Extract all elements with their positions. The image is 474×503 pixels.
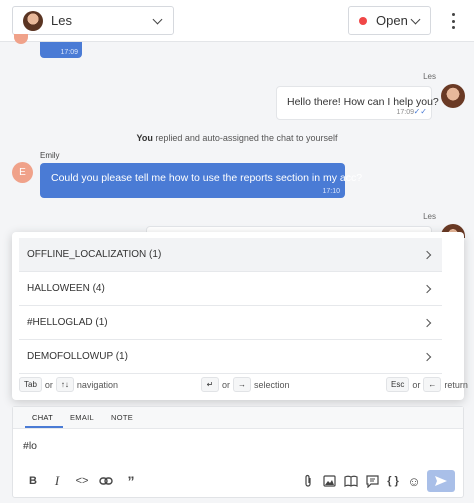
- assignee-dropdown[interactable]: Les: [12, 6, 174, 35]
- chevron-right-icon: [422, 352, 432, 362]
- sender-name: Les: [423, 212, 436, 221]
- read-receipt-icon: ✓✓: [413, 107, 427, 116]
- navigation-hint: Tab or ↑↓ navigation: [19, 377, 121, 392]
- hint-navigation: navigation: [76, 379, 118, 390]
- status-dot-icon: [359, 16, 367, 25]
- suggestion-item[interactable]: #HELLOGLAD (1): [19, 306, 442, 340]
- send-button[interactable]: [427, 470, 455, 492]
- esc-key: Esc: [386, 377, 410, 392]
- message-input[interactable]: #lo: [23, 440, 37, 452]
- variable-icon[interactable]: { }: [384, 472, 402, 490]
- message-text: Could you please tell me how to use the …: [51, 172, 363, 184]
- status-label: Open: [376, 13, 408, 28]
- chevron-right-icon: [422, 284, 432, 294]
- avatar: [14, 34, 28, 44]
- status-dropdown[interactable]: Open: [348, 6, 431, 35]
- suggestion-label: DEMOFOLLOWUP (1): [27, 351, 128, 362]
- system-actor: You: [136, 133, 153, 143]
- code-icon[interactable]: <>: [73, 472, 91, 490]
- message-bubble-incoming: Could you please tell me how to use the …: [40, 163, 362, 198]
- sender-name: Les: [423, 72, 436, 81]
- send-icon: [435, 476, 447, 486]
- left-arrow-key: ←: [423, 377, 442, 392]
- canned-response-suggestions: OFFLINE_LOCALIZATION (1) HALLOWEEN (4) #…: [12, 232, 468, 400]
- avatar: [441, 84, 465, 108]
- chevron-right-icon: [422, 250, 432, 260]
- message-bubble: 17:09: [40, 42, 82, 58]
- assignee-avatar: [23, 10, 43, 31]
- tab-email[interactable]: EMAIL: [70, 413, 94, 422]
- avatar: E: [12, 162, 33, 183]
- message-time: 17:10: [322, 188, 340, 195]
- suggestion-item[interactable]: DEMOFOLLOWUP (1): [19, 340, 442, 374]
- tab-note[interactable]: NOTE: [111, 413, 133, 422]
- emoji-icon[interactable]: ☺: [405, 472, 423, 490]
- chevron-down-icon: [152, 14, 163, 25]
- sender-name: Emily: [40, 151, 60, 160]
- composer-toolbar: B I <> ” { } ☺: [13, 467, 463, 497]
- message-composer: CHAT EMAIL NOTE #lo B I <> ” { } ☺: [12, 406, 464, 498]
- active-tab-indicator: [25, 426, 63, 428]
- composer-tabs: CHAT EMAIL NOTE: [13, 407, 463, 429]
- chevron-down-icon: [410, 14, 421, 25]
- arrow-keys: ↑↓: [55, 377, 74, 392]
- chevron-right-icon: [422, 318, 432, 328]
- keyboard-hints: Tab or ↑↓ navigation ↵ or → selection Esc or ← re…: [19, 376, 468, 394]
- quote-icon[interactable]: ”: [122, 472, 140, 490]
- hint-or: or: [222, 379, 231, 390]
- knowledge-base-icon[interactable]: [342, 472, 360, 490]
- system-message: You replied and auto-assigned the chat t…: [0, 133, 474, 143]
- suggestion-item[interactable]: OFFLINE_LOCALIZATION (1): [19, 238, 442, 272]
- message-bubble-outgoing: Hello there! How can I help you? 17:09 ✓…: [276, 86, 439, 120]
- image-icon[interactable]: [320, 472, 338, 490]
- tab-chat[interactable]: CHAT: [32, 413, 53, 422]
- chat-header: Les Open: [0, 0, 474, 42]
- hint-return: return: [444, 379, 468, 390]
- suggestion-item[interactable]: HALLOWEEN (4): [19, 272, 442, 306]
- return-hint: Esc or ← return: [386, 377, 471, 392]
- suggestion-label: HALLOWEEN (4): [27, 283, 105, 294]
- more-options-icon[interactable]: [447, 12, 459, 30]
- hint-selection: selection: [254, 379, 290, 390]
- italic-icon[interactable]: I: [48, 472, 66, 490]
- right-arrow-key: →: [233, 377, 252, 392]
- link-icon[interactable]: [97, 472, 115, 490]
- suggestion-label: OFFLINE_LOCALIZATION (1): [27, 249, 162, 260]
- selection-hint: ↵ or → selection: [201, 377, 293, 392]
- message-time: 17:09: [60, 49, 78, 56]
- enter-key: ↵: [201, 377, 219, 392]
- hint-or: or: [412, 379, 421, 390]
- assignee-name: Les: [51, 13, 72, 28]
- attachment-icon[interactable]: [299, 472, 317, 490]
- canned-response-icon[interactable]: [363, 472, 381, 490]
- system-text: replied and auto-assigned the chat to yo…: [155, 133, 338, 143]
- message-time: 17:09: [396, 109, 414, 116]
- suggestion-label: #HELLOGLAD (1): [27, 317, 108, 328]
- hint-or: or: [44, 379, 53, 390]
- tab-key: Tab: [19, 377, 42, 392]
- bold-icon[interactable]: B: [24, 472, 42, 490]
